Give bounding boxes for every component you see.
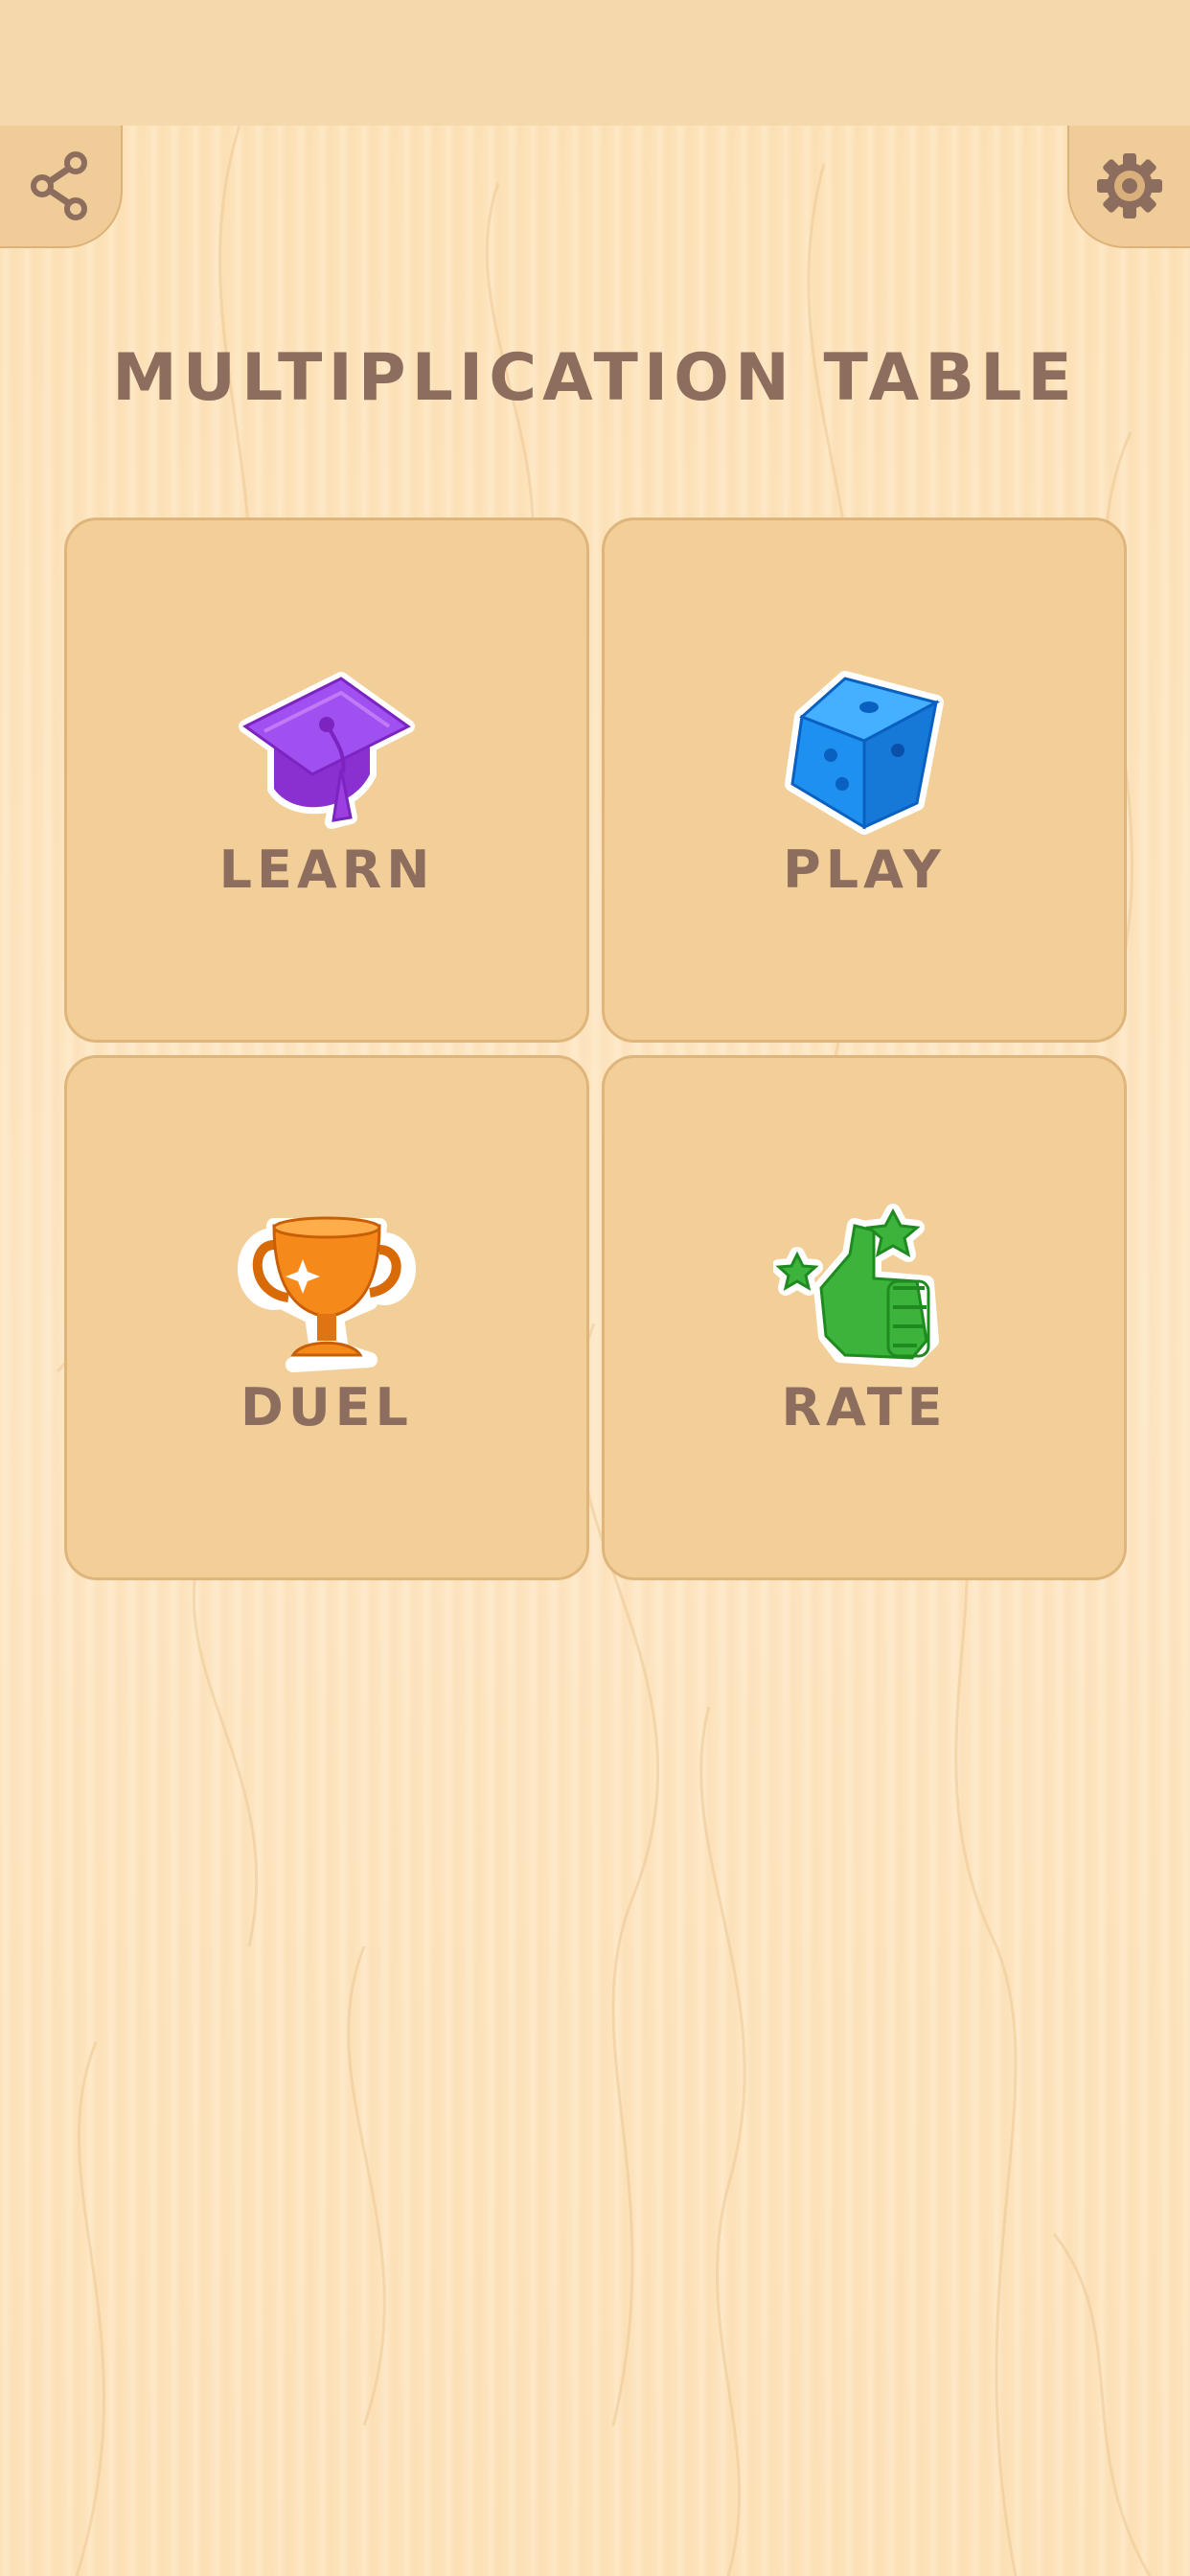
duel-label: DUEL	[240, 1377, 413, 1438]
play-label: PLAY	[783, 840, 946, 900]
trophy-icon	[238, 1216, 416, 1372]
duel-button[interactable]: DUEL	[64, 1055, 589, 1580]
dice-icon	[785, 671, 944, 835]
rate-label: RATE	[781, 1377, 948, 1438]
status-bar	[0, 0, 1190, 126]
share-icon	[31, 151, 87, 220]
settings-button[interactable]	[1067, 126, 1190, 248]
learn-label: LEARN	[218, 840, 435, 900]
rate-button[interactable]: RATE	[602, 1055, 1127, 1580]
thumbs-up-icon	[773, 1204, 939, 1368]
gear-icon	[1097, 153, 1162, 218]
graduation-cap-icon	[239, 672, 415, 829]
learn-button[interactable]: LEARN	[64, 518, 589, 1043]
share-button[interactable]	[0, 126, 123, 248]
play-button[interactable]: PLAY	[602, 518, 1127, 1043]
page-title: MULTIPLICATION TABLE	[112, 340, 1078, 416]
